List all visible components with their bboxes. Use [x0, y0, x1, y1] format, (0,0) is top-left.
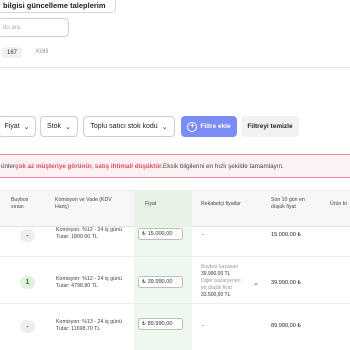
price-header-bg — [134, 190, 192, 227]
seller-stock-code-label: Toplu satıcı stok kodu — [90, 123, 158, 130]
divider — [0, 67, 350, 68]
search-input[interactable]: du ara — [0, 18, 69, 37]
locked-count-badge[interactable]: 167 — [2, 47, 22, 58]
warning-banner: ünler çok az müşteriye görünür, satış ih… — [0, 154, 350, 178]
clear-filter-button[interactable]: Filtreyi temizle — [241, 116, 299, 137]
update-requests-label: bilgisi güncelleme taleplerim — [3, 0, 106, 10]
competitive-price: - — [202, 323, 204, 329]
locked-label: Kilitli — [36, 49, 49, 55]
col-urun: Ürün bi — [330, 201, 347, 207]
lowest-price: 39.990,00 ₺ — [271, 280, 301, 286]
col-son10: Son 10 gün en düşük fiyat — [271, 197, 305, 210]
price-filter-dropdown[interactable]: Fiyat ⌄ — [0, 116, 36, 137]
stock-filter-dropdown[interactable]: Stok ⌄ — [40, 116, 78, 137]
add-filter-button[interactable]: + Filtre ekle — [181, 116, 237, 137]
clear-filter-label: Filtreyi temizle — [247, 123, 293, 130]
buybox-rank: - — [20, 320, 35, 333]
buybox-rank: - — [20, 229, 35, 242]
col-rekabet: Rekabetçi fiyatlar — [201, 201, 241, 207]
stock-filter-label: Stok — [47, 123, 62, 130]
chevron-down-icon: ⌄ — [161, 123, 168, 131]
lira-icon: ₺ — [142, 279, 146, 285]
price-value: 39.990,00 — [147, 279, 173, 285]
price-input[interactable]: ₺ 89.990,00 — [138, 318, 183, 330]
buybox-rank: 1 — [20, 276, 35, 289]
add-filter-label: Filtre ekle — [200, 123, 231, 130]
competitive-price: - — [202, 232, 204, 238]
col-fiyat: Fiyat — [145, 201, 157, 207]
search-placeholder: du ara — [3, 24, 21, 31]
chevron-down-icon: ⌄ — [65, 123, 71, 131]
update-requests-button[interactable]: bilgisi güncelleme taleplerim — [0, 0, 116, 13]
chevron-down-icon: ⌄ — [23, 123, 30, 131]
lowest-price: 89.990,00 ₺ — [271, 323, 301, 329]
price-value: 15.000,00 — [147, 231, 173, 237]
plus-circle-icon: + — [187, 121, 198, 132]
commission-info: Komisyon: %12 - 24 iş günü Tutar: 4798.8… — [56, 276, 122, 290]
alert-post: Eksik bilgilerini en hızlı şekilde tamam… — [163, 162, 284, 170]
price-value: 89.990,00 — [147, 321, 173, 327]
lowest-price: 15.000,00 ₺ — [271, 232, 301, 238]
chevron-down-icon[interactable]: ⌄ — [253, 279, 259, 287]
price-input[interactable]: ₺ 39.990,00 — [138, 276, 183, 288]
lira-icon: ₺ — [142, 231, 146, 237]
locked-count: 167 — [6, 49, 17, 56]
competitive-prices-detail: Buybox kazanan 39.990,00 TL Diğer pazary… — [201, 264, 241, 298]
alert-bold: çok az müşteriye görünür, satış ihtimali… — [15, 162, 164, 170]
row-divider — [0, 303, 350, 304]
seller-stock-code-dropdown[interactable]: Toplu satıcı stok kodu ⌄ — [83, 116, 175, 137]
row-divider — [0, 256, 350, 257]
price-filter-label: Fiyat — [4, 123, 20, 130]
price-input[interactable]: ₺ 15.000,00 — [138, 228, 183, 240]
commission-info: Komisyon: %12 - 24 iş günü Tutar: 1800.0… — [56, 227, 122, 241]
commission-info: Komisyon: %13 - 24 iş günü Tutar: 11698,… — [56, 319, 122, 333]
alert-pre: ünler — [1, 162, 16, 170]
col-buybox: Buybox sırası — [11, 197, 29, 210]
col-komisyon: Komisyon ve Vade (KDV Hariç) — [55, 197, 112, 210]
lira-icon: ₺ — [142, 321, 146, 327]
